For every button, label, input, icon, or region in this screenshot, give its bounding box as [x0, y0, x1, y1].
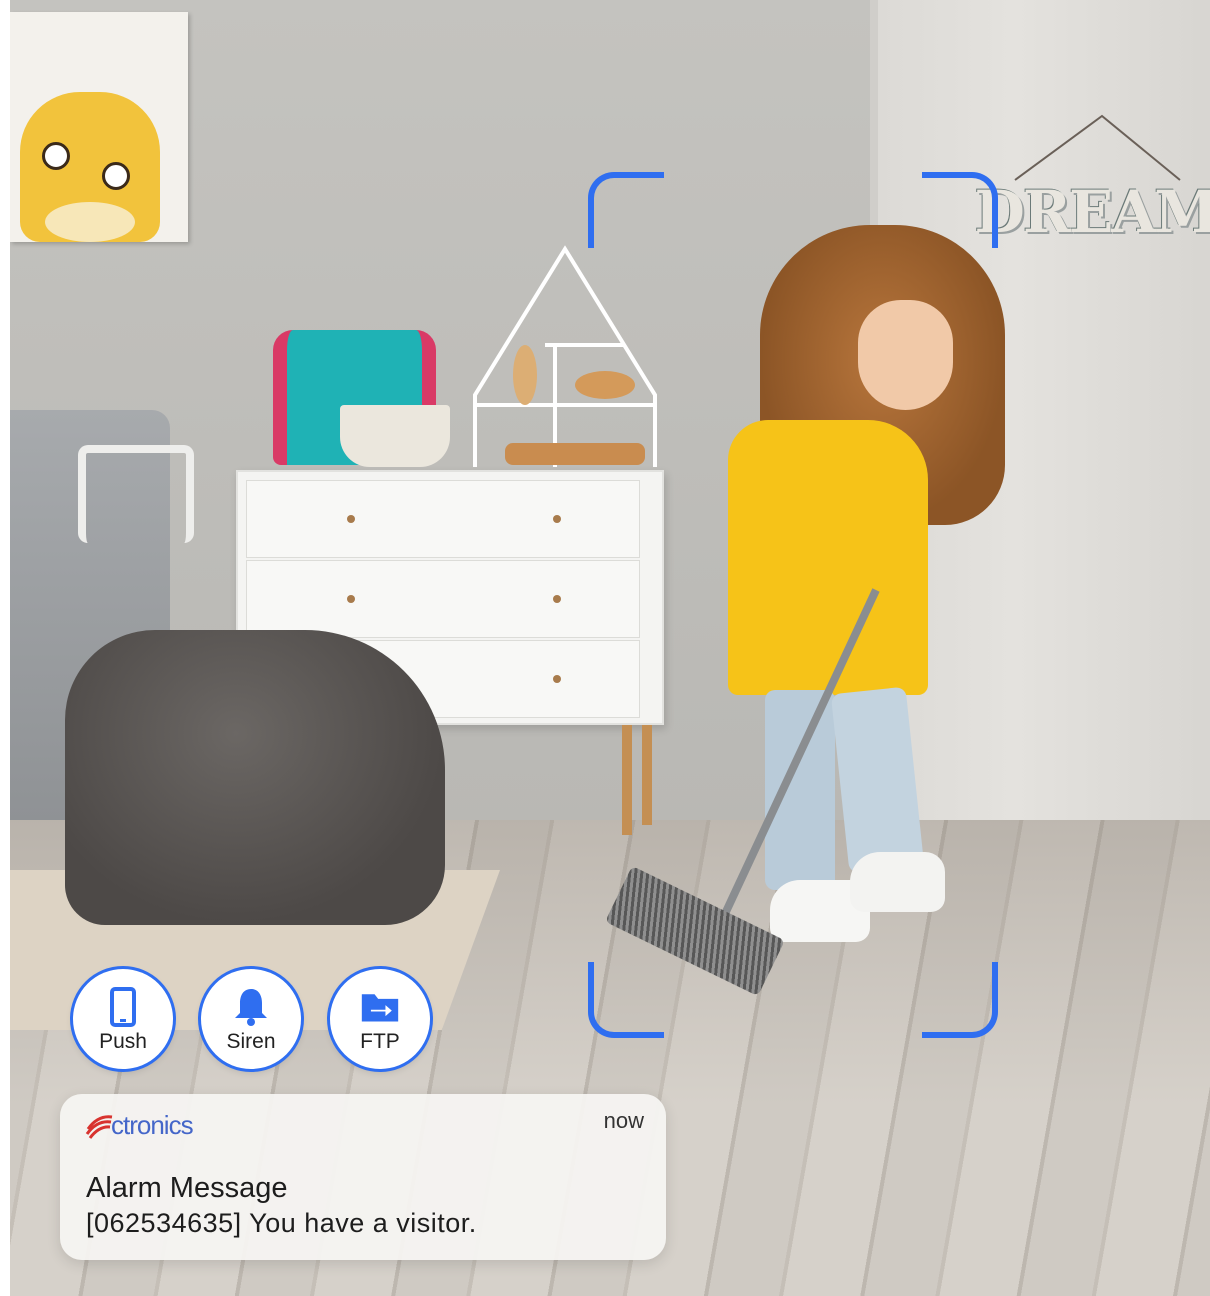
ctronics-logo-icon [85, 1114, 113, 1139]
notification-title: Alarm Message [86, 1172, 288, 1204]
alarm-notification[interactable]: ctronics now Alarm Message [062534635] Y… [60, 1094, 666, 1260]
push-label: Push [99, 1029, 147, 1053]
folder-upload-icon [360, 987, 400, 1027]
bell-icon [231, 987, 271, 1027]
house-shelf [473, 245, 657, 467]
ftp-label: FTP [360, 1029, 400, 1053]
notification-time: now [603, 1108, 644, 1133]
basket [340, 405, 450, 467]
detection-frame-corner-bottom-left [588, 962, 664, 1038]
detection-frame-corner-top-left [588, 172, 664, 248]
floor-pouf [65, 630, 445, 925]
brand-name: ctronics [111, 1110, 194, 1140]
child-face [858, 300, 953, 410]
notification-message: [062534635] You have a visitor. [86, 1208, 477, 1238]
ftp-button[interactable]: FTP [330, 969, 430, 1069]
yellow-apron [728, 420, 928, 695]
sneaker [850, 852, 945, 912]
siren-label: Siren [226, 1029, 276, 1053]
phone-icon [103, 986, 143, 1027]
sign-string [1014, 114, 1181, 181]
detection-frame-corner-bottom-right [922, 962, 998, 1038]
siren-button[interactable]: Siren [201, 969, 301, 1069]
chair [78, 445, 194, 543]
giraffe-picture-frame [10, 12, 188, 242]
push-button[interactable]: Push [73, 969, 173, 1069]
dream-sign: DREAM [974, 178, 1210, 246]
giraffe-illustration [20, 92, 160, 242]
detection-frame-corner-top-right [922, 172, 998, 248]
brand-logo: ctronics [84, 1110, 194, 1141]
